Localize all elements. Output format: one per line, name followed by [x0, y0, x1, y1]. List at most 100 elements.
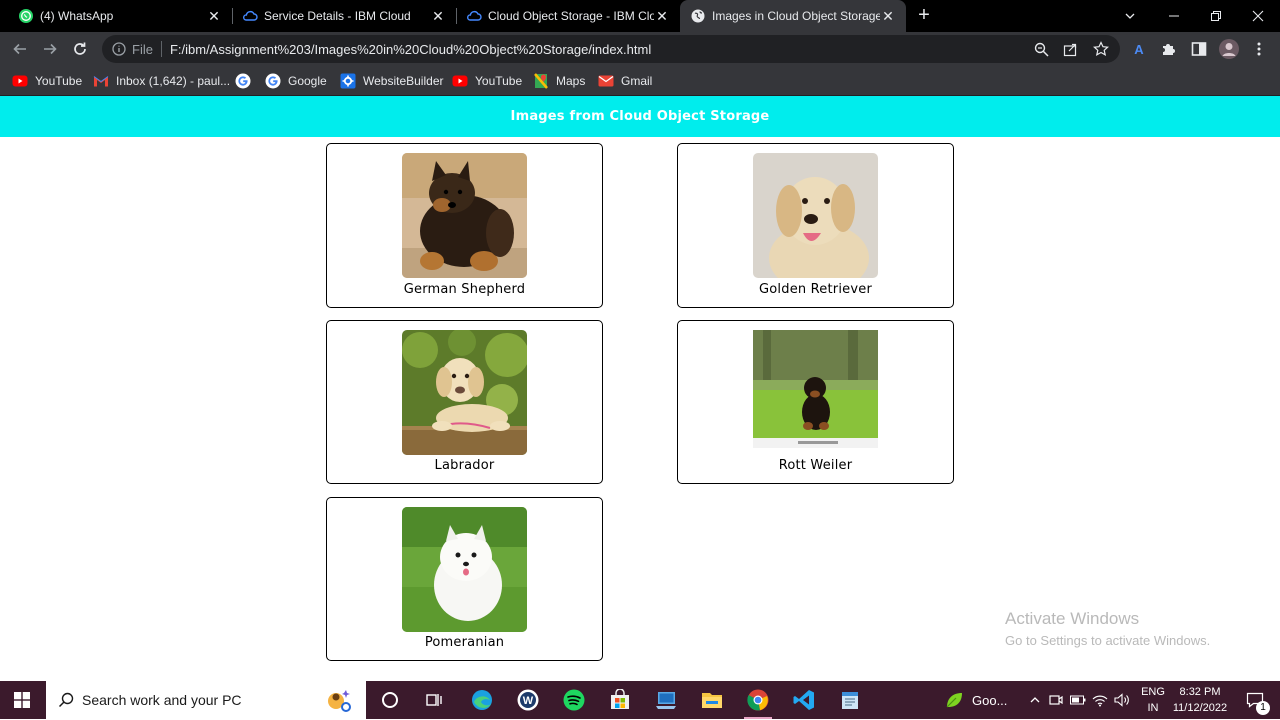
share-icon[interactable]: [1063, 41, 1079, 57]
battery-icon[interactable]: [1070, 695, 1086, 705]
divider: [160, 41, 162, 57]
spotify-icon[interactable]: [562, 688, 586, 712]
file-explorer-icon[interactable]: [700, 688, 724, 712]
bookmark-label: Maps: [556, 74, 586, 88]
close-icon[interactable]: ✕: [430, 8, 446, 24]
close-window-button[interactable]: [1236, 0, 1280, 32]
more-menu-icon[interactable]: [1250, 40, 1268, 58]
activate-windows-watermark: Activate Windows Go to Settings to activ…: [1005, 609, 1210, 648]
globe-icon: [690, 8, 706, 24]
image-card: Rott Weiler: [677, 320, 954, 484]
tab-images-in-cloud-object-storage[interactable]: Images in Cloud Object Storage ✕: [680, 0, 906, 32]
windows-logo-icon: [14, 692, 30, 708]
puzzle-icon[interactable]: [1160, 40, 1178, 58]
translate-extension-icon[interactable]: A: [1130, 40, 1148, 58]
back-button[interactable]: [8, 37, 32, 61]
input-language[interactable]: ENG IN: [1138, 684, 1168, 716]
clock-date: 11/12/2022: [1172, 702, 1228, 714]
page-viewport: Images from Cloud Object Storage German …: [0, 96, 1280, 681]
side-panel-icon[interactable]: [1190, 40, 1208, 58]
meet-now-icon[interactable]: [1048, 693, 1064, 707]
tray-icons: [1028, 681, 1130, 719]
bookmark-google-shortcut[interactable]: [235, 71, 258, 91]
search-icon: [58, 692, 74, 708]
tab-title: Images in Cloud Object Storage: [712, 9, 880, 23]
gmail-icon: [93, 73, 109, 89]
bookmark-maps[interactable]: Maps: [533, 71, 585, 91]
system-clock[interactable]: 8:32 PM 11/12/2022: [1170, 684, 1230, 716]
chevron-down-icon: [1125, 13, 1135, 19]
volume-icon[interactable]: [1114, 693, 1130, 707]
tab-cloud-object-storage[interactable]: Cloud Object Storage - IBM Clou ✕: [448, 0, 680, 32]
close-icon[interactable]: ✕: [206, 8, 222, 24]
url-text[interactable]: F:/ibm/Assignment%203/Images%20in%20Clou…: [170, 42, 651, 57]
tab-service-details[interactable]: Service Details - IBM Cloud ✕: [224, 0, 456, 32]
card-caption: Rott Weiler: [778, 458, 853, 473]
page-header: Images from Cloud Object Storage: [0, 96, 1280, 137]
bookmark-gmail[interactable]: Gmail: [598, 71, 652, 91]
zoom-icon[interactable]: [1033, 41, 1049, 57]
maps-icon: [533, 73, 549, 89]
notification-center-button[interactable]: 1: [1238, 681, 1272, 719]
arrow-left-icon: [13, 43, 26, 55]
rottweiler-image: [753, 330, 878, 448]
forward-button[interactable]: [38, 37, 62, 61]
tray-app[interactable]: Goo...: [944, 681, 1007, 719]
chevron-up-icon[interactable]: [1028, 695, 1042, 705]
tab-search-button[interactable]: [1108, 0, 1152, 32]
svg-text:W: W: [523, 695, 534, 707]
pomeranian-image: [402, 507, 527, 632]
tray-app-label: Goo...: [972, 692, 1008, 708]
start-button[interactable]: [0, 681, 44, 719]
bookmark-inbox[interactable]: Inbox (1,642) - paul...: [93, 71, 230, 91]
watermark-title: Activate Windows: [1005, 609, 1140, 628]
watermark-subtitle: Go to Settings to activate Windows.: [1005, 633, 1211, 648]
cortana-icon[interactable]: [378, 688, 402, 712]
taskbar-search-box[interactable]: Search work and your PC: [46, 681, 366, 719]
windows-taskbar: Search work and your PC W Goo... ENG IN …: [0, 681, 1280, 719]
computer-icon[interactable]: [654, 688, 678, 712]
notepad-icon[interactable]: [838, 688, 862, 712]
restore-button[interactable]: [1194, 0, 1238, 32]
youtube-icon: [12, 73, 28, 89]
google-icon: [235, 73, 251, 89]
card-caption: German Shepherd: [403, 282, 526, 297]
close-icon[interactable]: ✕: [654, 8, 670, 24]
close-icon[interactable]: ✕: [880, 8, 896, 24]
microsoft-store-icon[interactable]: [608, 688, 632, 712]
bookmark-youtube-2[interactable]: YouTube: [452, 71, 522, 91]
new-tab-button[interactable]: +: [914, 5, 934, 26]
bookmark-youtube[interactable]: YouTube: [12, 71, 82, 91]
edge-icon[interactable]: [470, 688, 494, 712]
minimize-icon: [1169, 15, 1179, 17]
region-code: IN: [1147, 702, 1159, 714]
google-icon: [265, 73, 281, 89]
app-icon-w[interactable]: W: [516, 688, 540, 712]
bookmark-label: WebsiteBuilder: [363, 74, 444, 88]
image-card: Pomeranian: [326, 497, 603, 661]
bookmark-label: YouTube: [475, 74, 523, 88]
minimize-button[interactable]: [1152, 0, 1196, 32]
image-card: German Shepherd: [326, 143, 603, 308]
browser-tab-strip: (4) WhatsApp ✕ Service Details - IBM Clo…: [0, 0, 1280, 32]
youtube-icon: [452, 73, 468, 89]
star-icon[interactable]: [1093, 41, 1109, 57]
close-icon: [1252, 10, 1264, 22]
tab-whatsapp[interactable]: (4) WhatsApp ✕: [0, 0, 232, 32]
chrome-icon[interactable]: [746, 688, 770, 712]
address-bar[interactable]: File F:/ibm/Assignment%203/Images%20in%2…: [102, 35, 1120, 63]
tab-title: Service Details - IBM Cloud: [264, 9, 411, 23]
avatar[interactable]: [1218, 38, 1240, 60]
task-view-icon[interactable]: [422, 688, 446, 712]
wifi-icon[interactable]: [1092, 693, 1108, 707]
bookmark-websitebuilder[interactable]: WebsiteBuilder: [340, 71, 443, 91]
ibm-cloud-icon: [466, 8, 482, 24]
bookmark-google[interactable]: Google: [265, 71, 327, 91]
bookmarks-bar: YouTube Inbox (1,642) - paul... Google W…: [0, 66, 1280, 96]
vscode-icon[interactable]: [792, 688, 816, 712]
info-icon[interactable]: [111, 41, 127, 57]
language-code: ENG: [1141, 686, 1165, 698]
card-caption: Golden Retriever: [759, 282, 872, 297]
reload-button[interactable]: [68, 37, 92, 61]
page-title: Images from Cloud Object Storage: [510, 109, 770, 124]
